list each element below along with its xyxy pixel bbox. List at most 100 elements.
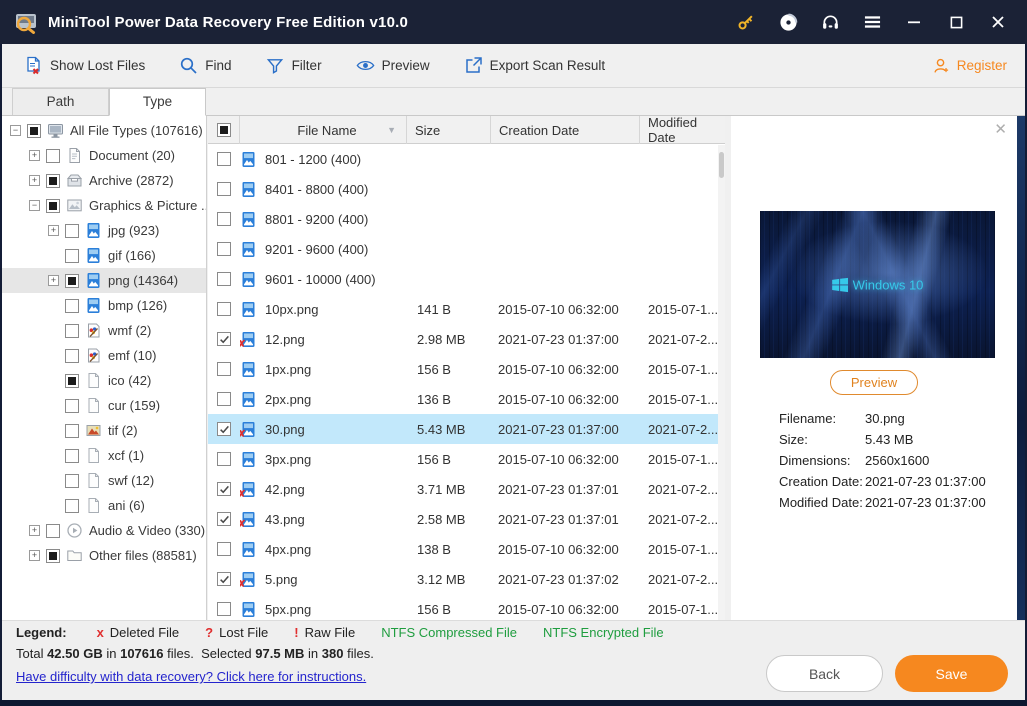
column-creation-date[interactable]: Creation Date — [491, 116, 640, 144]
column-size[interactable]: Size — [407, 116, 491, 144]
close-preview-icon[interactable]: ✕ — [994, 120, 1007, 138]
toolbar-find[interactable]: Find — [179, 56, 232, 75]
row-checkbox[interactable] — [217, 302, 231, 316]
column-modified-date[interactable]: Modified Date — [640, 116, 723, 145]
tree-item-checkbox[interactable] — [46, 173, 60, 188]
table-row[interactable]: 8801 - 9200 (400) — [208, 204, 725, 234]
collapse-icon[interactable]: − — [29, 200, 40, 211]
toolbar-filter[interactable]: Filter — [266, 56, 322, 75]
tree-item-checkbox[interactable] — [65, 248, 79, 263]
row-checkbox[interactable] — [217, 212, 231, 226]
select-all-checkbox[interactable] — [216, 123, 231, 137]
tree-item[interactable]: + Audio & Video (330) — [2, 518, 206, 543]
column-file-name[interactable]: File Name ▼ — [240, 116, 407, 144]
row-checkbox[interactable] — [217, 542, 231, 556]
row-checkbox[interactable] — [217, 182, 231, 196]
table-row[interactable]: ✗ 12.png 2.98 MB 2021-07-23 01:37:00 2021-07… — [208, 324, 725, 354]
tree-item-checkbox[interactable] — [65, 298, 79, 313]
toolbar-show-lost-files[interactable]: Show Lost Files — [24, 56, 145, 75]
maximize-button[interactable] — [939, 7, 973, 37]
tree-item-checkbox[interactable] — [65, 423, 79, 438]
tree-item[interactable]: xcf (1) — [2, 443, 206, 468]
table-scrollbar[interactable] — [718, 145, 725, 620]
tree-item-checkbox[interactable] — [65, 348, 79, 363]
expand-icon[interactable]: + — [48, 275, 59, 286]
row-checkbox[interactable] — [217, 602, 231, 616]
tree-item[interactable]: gif (166) — [2, 243, 206, 268]
toolbar-export-scan-result[interactable]: Export Scan Result — [464, 56, 605, 75]
row-checkbox[interactable] — [217, 272, 231, 286]
license-key-icon[interactable] — [729, 7, 763, 37]
minimize-button[interactable] — [897, 7, 931, 37]
table-row[interactable]: 4px.png 138 B 2015-07-10 06:32:00 2015-07-1… — [208, 534, 725, 564]
tree-item-checkbox[interactable] — [46, 198, 60, 213]
table-row[interactable]: 10px.png 141 B 2015-07-10 06:32:00 2015-07-… — [208, 294, 725, 324]
table-row[interactable]: ✗ 30.png 5.43 MB 2021-07-23 01:37:00 2021-07… — [208, 414, 725, 444]
tree-item-checkbox[interactable] — [65, 373, 79, 388]
tree-item[interactable]: wmf (2) — [2, 318, 206, 343]
row-checkbox[interactable] — [217, 332, 231, 346]
row-checkbox[interactable] — [217, 452, 231, 466]
toolbar-preview[interactable]: Preview — [356, 56, 430, 75]
table-row[interactable]: 2px.png 136 B 2015-07-10 06:32:00 2015-07-1… — [208, 384, 725, 414]
register-button[interactable]: Register — [932, 56, 1007, 75]
tree-item-checkbox[interactable] — [46, 523, 60, 538]
tab-type[interactable]: Type — [109, 88, 206, 116]
tree-item[interactable]: swf (12) — [2, 468, 206, 493]
table-row[interactable]: ✗ 43.png 2.58 MB 2021-07-23 01:37:01 2021-07… — [208, 504, 725, 534]
row-checkbox[interactable] — [217, 242, 231, 256]
tree-item[interactable]: ico (42) — [2, 368, 206, 393]
table-row[interactable]: ✗ 42.png 3.71 MB 2021-07-23 01:37:01 2021-07… — [208, 474, 725, 504]
expand-icon[interactable]: + — [48, 225, 59, 236]
menu-icon[interactable] — [855, 7, 889, 37]
table-row[interactable]: ✗ 5.png 3.12 MB 2021-07-23 01:37:02 2021-07-… — [208, 564, 725, 594]
collapse-icon[interactable]: − — [10, 125, 21, 136]
tree-item[interactable]: ani (6) — [2, 493, 206, 518]
expand-icon[interactable]: + — [29, 175, 40, 186]
expand-icon[interactable]: + — [29, 525, 40, 536]
tree-item[interactable]: + png (14364) — [2, 268, 206, 293]
row-checkbox[interactable] — [217, 512, 231, 526]
tree-item[interactable]: emf (10) — [2, 343, 206, 368]
expand-icon[interactable]: + — [29, 550, 40, 561]
support-headset-icon[interactable] — [813, 7, 847, 37]
row-checkbox[interactable] — [217, 362, 231, 376]
tab-path[interactable]: Path — [12, 88, 109, 115]
tree-item-checkbox[interactable] — [46, 148, 60, 163]
tree-item-checkbox[interactable] — [46, 548, 60, 563]
row-checkbox[interactable] — [217, 482, 231, 496]
tree-item-checkbox[interactable] — [65, 398, 79, 413]
row-checkbox[interactable] — [217, 422, 231, 436]
table-row[interactable]: 1px.png 156 B 2015-07-10 06:32:00 2015-07-1… — [208, 354, 725, 384]
back-button[interactable]: Back — [766, 655, 883, 692]
tree-item[interactable]: bmp (126) — [2, 293, 206, 318]
table-row[interactable]: 9601 - 10000 (400) — [208, 264, 725, 294]
row-checkbox[interactable] — [217, 572, 231, 586]
table-row[interactable]: 5px.png 156 B 2015-07-10 06:32:00 2015-07-1… — [208, 594, 725, 620]
tree-item-checkbox[interactable] — [65, 223, 79, 238]
tree-item-checkbox[interactable] — [27, 123, 41, 138]
bootable-media-icon[interactable] — [771, 7, 805, 37]
tree-item-checkbox[interactable] — [65, 498, 79, 513]
save-button[interactable]: Save — [895, 655, 1008, 692]
help-link[interactable]: Have difficulty with data recovery? Clic… — [16, 669, 366, 684]
scrollbar-thumb[interactable] — [719, 152, 724, 178]
tree-item-checkbox[interactable] — [65, 473, 79, 488]
tree-item[interactable]: + jpg (923) — [2, 218, 206, 243]
preview-button[interactable]: Preview — [830, 370, 918, 395]
tree-item[interactable]: − Graphics & Picture ... — [2, 193, 206, 218]
tree-item[interactable]: + Other files (88581) — [2, 543, 206, 568]
table-row[interactable]: 3px.png 156 B 2015-07-10 06:32:00 2015-07-1… — [208, 444, 725, 474]
table-row[interactable]: 8401 - 8800 (400) — [208, 174, 725, 204]
row-checkbox[interactable] — [217, 152, 231, 166]
tree-item-checkbox[interactable] — [65, 448, 79, 463]
table-row[interactable]: 9201 - 9600 (400) — [208, 234, 725, 264]
tree-item[interactable]: − All File Types (107616) — [2, 118, 206, 143]
expand-icon[interactable]: + — [29, 150, 40, 161]
tree-item[interactable]: cur (159) — [2, 393, 206, 418]
tree-item[interactable]: tif (2) — [2, 418, 206, 443]
tree-item-checkbox[interactable] — [65, 273, 79, 288]
close-button[interactable] — [981, 7, 1015, 37]
tree-item-checkbox[interactable] — [65, 323, 79, 338]
row-checkbox[interactable] — [217, 392, 231, 406]
